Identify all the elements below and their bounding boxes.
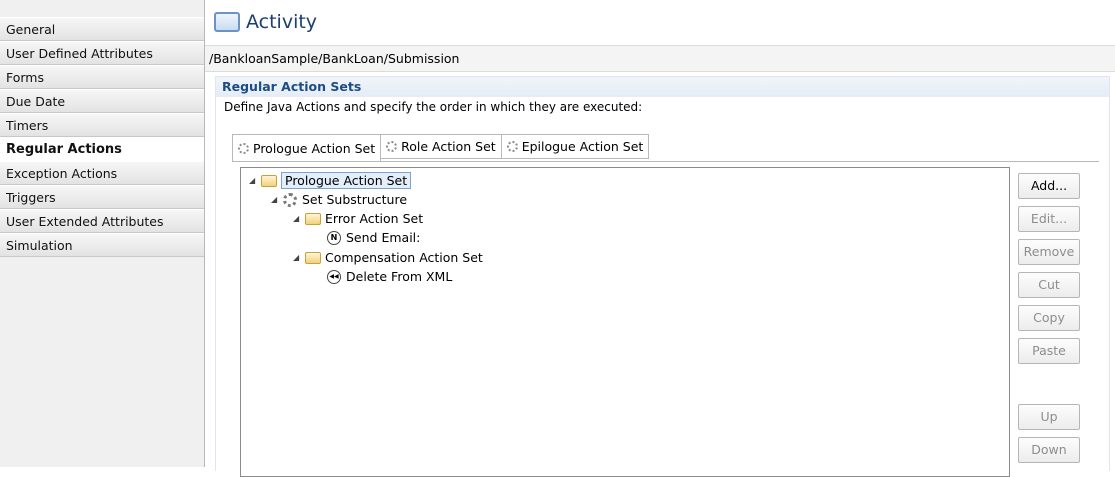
sidebar-item-exception-actions[interactable]: Exception Actions xyxy=(0,161,204,185)
sidebar-item-general[interactable]: General xyxy=(0,17,204,41)
rewind-action-icon: ◀◀ xyxy=(327,269,341,284)
section-description: Define Java Actions and specify the orde… xyxy=(224,100,643,114)
tree-node-delete-from-xml[interactable]: ◀◀ Delete From XML xyxy=(327,267,452,286)
folder-open-icon xyxy=(305,251,321,264)
tab-label: Prologue Action Set xyxy=(253,140,376,156)
expand-triangle-icon[interactable]: ◢ xyxy=(293,253,301,262)
sidebar-item-due-date[interactable]: Due Date xyxy=(0,89,204,113)
sidebar-item-user-defined-attributes[interactable]: User Defined Attributes xyxy=(0,41,204,65)
sidebar-item-timers[interactable]: Timers xyxy=(0,113,204,137)
expand-triangle-icon[interactable]: ◢ xyxy=(249,176,257,185)
paste-button[interactable]: Paste xyxy=(1018,338,1080,364)
tree-node-label: Delete From XML xyxy=(346,269,453,284)
tab-role-action-set[interactable]: Role Action Set xyxy=(381,134,502,159)
tab-divider xyxy=(232,161,1099,162)
gear-icon xyxy=(506,141,518,152)
section-title[interactable]: Regular Action Sets xyxy=(216,77,1109,97)
tab-label: Epilogue Action Set xyxy=(521,139,644,154)
title-row: Activity xyxy=(214,9,317,35)
folder-open-icon xyxy=(305,212,321,225)
tab-epilogue-action-set[interactable]: Epilogue Action Set xyxy=(501,134,650,159)
sidebar: General User Defined Attributes Forms Du… xyxy=(0,0,205,467)
remove-button[interactable]: Remove xyxy=(1018,239,1080,265)
edit-button[interactable]: Edit... xyxy=(1018,206,1080,232)
sidebar-item-regular-actions[interactable]: Regular Actions xyxy=(0,137,204,161)
tree-node-label: Error Action Set xyxy=(325,211,424,226)
main-panel: Activity /BankloanSample/BankLoan/Submis… xyxy=(205,0,1115,477)
sidebar-item-simulation[interactable]: Simulation xyxy=(0,233,204,257)
tree-node-label: Set Substructure xyxy=(302,192,408,207)
cut-button[interactable]: Cut xyxy=(1018,272,1080,298)
sidebar-item-user-extended-attributes[interactable]: User Extended Attributes xyxy=(0,209,204,233)
tab-prologue-action-set[interactable]: Prologue Action Set xyxy=(232,134,382,161)
activity-icon xyxy=(214,12,240,32)
page-title: Activity xyxy=(246,11,318,33)
action-set-tree[interactable]: ◢ Prologue Action Set ◢ Set Substructure… xyxy=(240,167,1010,477)
expand-triangle-icon[interactable]: ◢ xyxy=(271,195,279,204)
tree-node-label: Prologue Action Set xyxy=(281,172,412,189)
breadcrumb: /BankloanSample/BankLoan/Submission xyxy=(205,45,1115,72)
add-button[interactable]: Add... xyxy=(1018,173,1080,199)
up-button[interactable]: Up xyxy=(1018,404,1080,430)
gear-icon xyxy=(386,141,398,152)
tree-node-compensation-action-set[interactable]: ◢ Compensation Action Set xyxy=(293,248,483,267)
tab-label: Role Action Set xyxy=(401,139,496,154)
expand-triangle-icon[interactable]: ◢ xyxy=(293,214,301,223)
email-action-icon: N xyxy=(327,230,341,245)
action-set-tabs: Prologue Action Set Role Action Set Epil… xyxy=(232,134,650,161)
folder-open-icon xyxy=(261,174,277,187)
copy-button[interactable]: Copy xyxy=(1018,305,1080,331)
sidebar-item-triggers[interactable]: Triggers xyxy=(0,185,204,209)
sidebar-item-forms[interactable]: Forms xyxy=(0,65,204,89)
tree-node-error-action-set[interactable]: ◢ Error Action Set xyxy=(293,209,423,228)
gear-icon xyxy=(238,142,249,154)
tree-node-label: Compensation Action Set xyxy=(325,250,483,265)
tree-node-label: Send Email: xyxy=(346,230,421,245)
regular-action-sets-section: Regular Action Sets Define Java Actions … xyxy=(215,76,1110,477)
gear-icon xyxy=(283,192,297,207)
tree-node-set-substructure[interactable]: ◢ Set Substructure xyxy=(271,190,407,209)
tree-node-prologue-action-set[interactable]: ◢ Prologue Action Set xyxy=(249,171,412,190)
down-button[interactable]: Down xyxy=(1018,437,1080,463)
tree-node-send-email[interactable]: N Send Email: xyxy=(327,228,420,247)
